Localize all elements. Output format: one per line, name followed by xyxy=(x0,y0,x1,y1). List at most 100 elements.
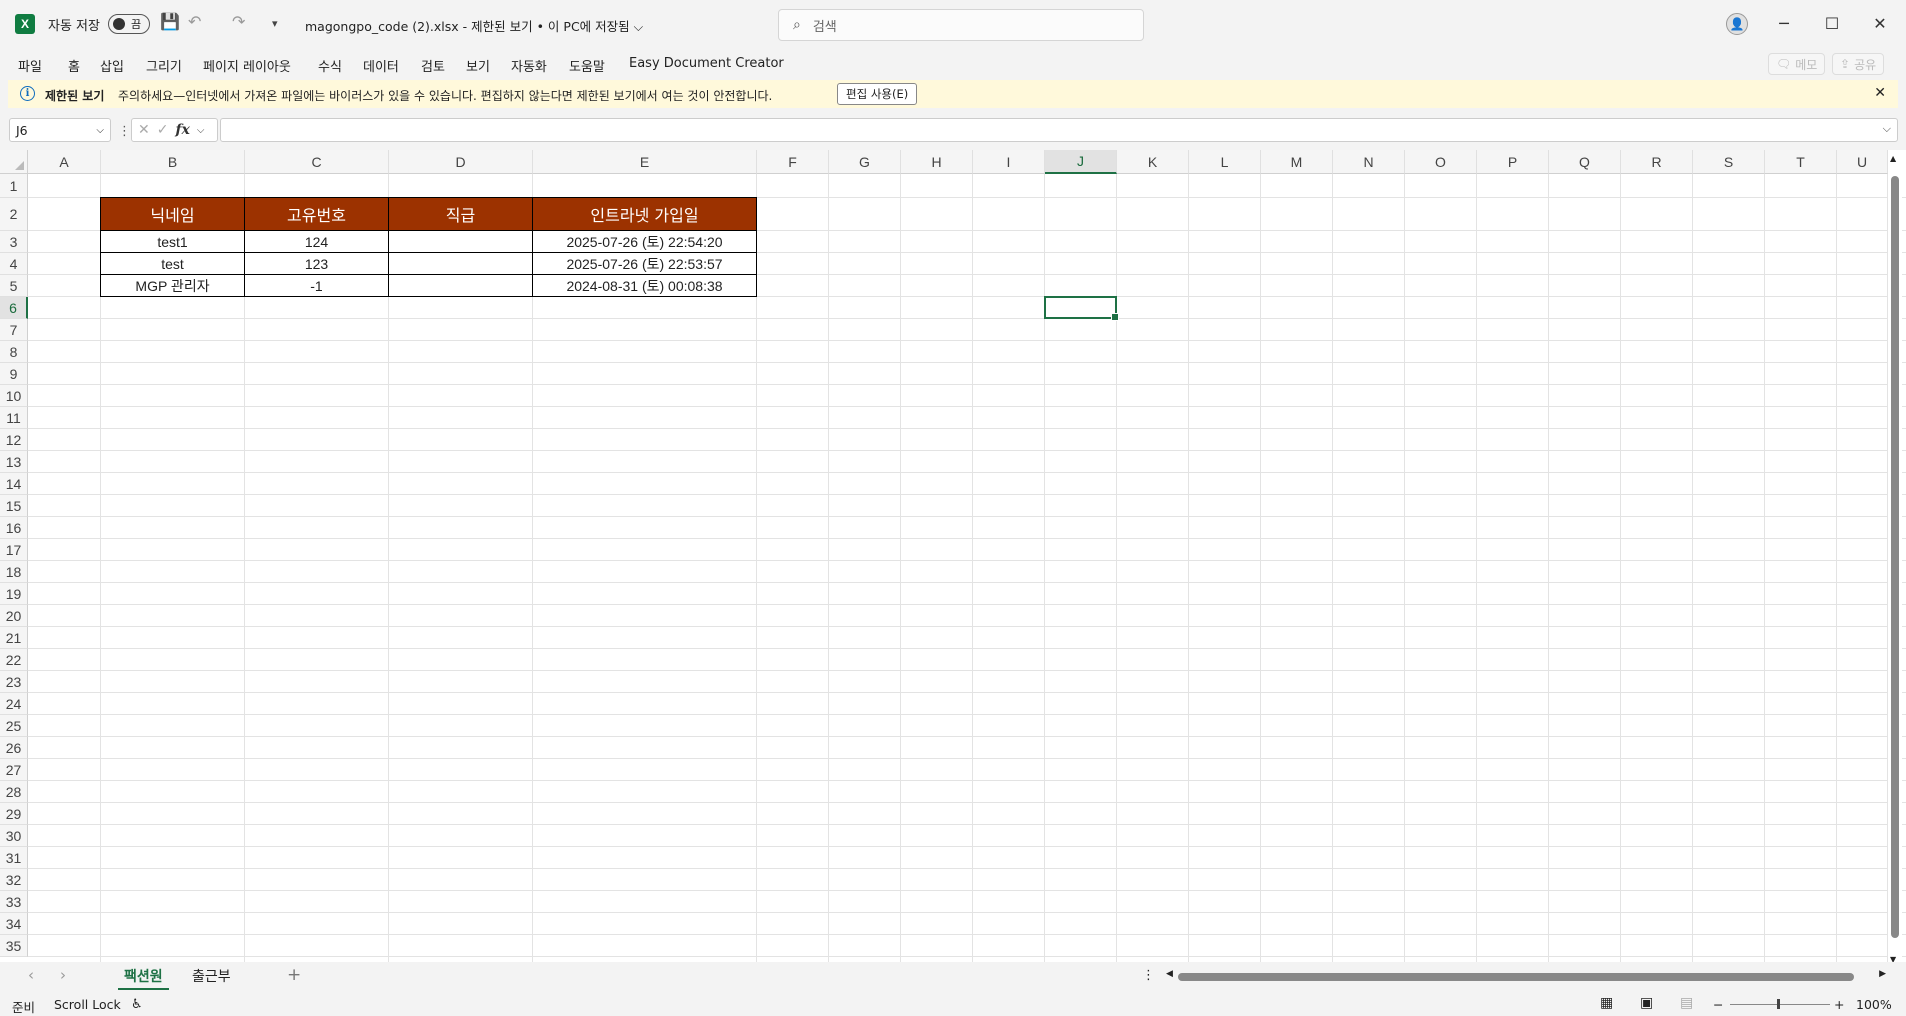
worksheet-grid[interactable]: A B C D E F G H I J K L M N O P Q R S T U 1 2 3 4 5 6 7 8 9 10 11 12 13 14… xyxy=(0,150,1906,962)
minimize-icon[interactable]: ─ xyxy=(1774,14,1794,33)
tab-review[interactable]: 검토 xyxy=(421,56,445,75)
row-header-15[interactable]: 15 xyxy=(0,495,28,517)
chevron-down-icon[interactable]: ⌵ xyxy=(197,125,205,136)
table-cell-id-number[interactable]: -1 xyxy=(244,274,389,297)
row-header-25[interactable]: 25 xyxy=(0,715,28,737)
horizontal-scroll-thumb[interactable] xyxy=(1178,973,1854,981)
column-header-b[interactable]: B xyxy=(101,150,245,174)
row-header-32[interactable]: 32 xyxy=(0,869,28,891)
page-layout-view-icon[interactable]: ▣ xyxy=(1640,995,1653,1011)
tab-home[interactable]: 홈 xyxy=(68,56,80,75)
scroll-left-icon[interactable]: ◀ xyxy=(1166,969,1173,979)
column-header-f[interactable]: F xyxy=(757,150,829,174)
column-header-p[interactable]: P xyxy=(1477,150,1549,174)
horizontal-scrollbar[interactable]: ◀ ▶ xyxy=(1166,966,1886,986)
redo-icon[interactable]: ↷ xyxy=(232,12,245,31)
column-header-r[interactable]: R xyxy=(1621,150,1693,174)
tab-draw[interactable]: 그리기 xyxy=(146,56,182,75)
table-cell-id-number[interactable]: 123 xyxy=(244,252,389,275)
row-header-10[interactable]: 10 xyxy=(0,385,28,407)
column-header-a[interactable]: A xyxy=(28,150,101,174)
account-avatar-icon[interactable]: 👤 xyxy=(1726,13,1748,35)
zoom-slider-thumb[interactable] xyxy=(1777,999,1780,1009)
tab-easy-document-creator[interactable]: Easy Document Creator xyxy=(629,56,784,71)
table-cell-id-number[interactable]: 124 xyxy=(244,230,389,253)
close-message-icon[interactable]: ✕ xyxy=(1874,85,1886,101)
scroll-up-icon[interactable]: ▲ xyxy=(1890,154,1896,163)
normal-view-icon[interactable]: ▦ xyxy=(1600,995,1613,1011)
row-header-20[interactable]: 20 xyxy=(0,605,28,627)
formula-input[interactable]: ⌵ xyxy=(220,118,1898,142)
tab-view[interactable]: 보기 xyxy=(466,56,490,75)
row-header-19[interactable]: 19 xyxy=(0,583,28,605)
restore-icon[interactable]: ☐ xyxy=(1822,14,1842,33)
cancel-icon[interactable]: ✕ xyxy=(138,122,150,138)
table-cell-nickname[interactable]: test1 xyxy=(100,230,245,253)
sheet-options-icon[interactable]: ⋮ xyxy=(1142,968,1155,983)
row-header-3[interactable]: 3 xyxy=(0,231,28,253)
customize-qat-icon[interactable]: ▾ xyxy=(272,17,278,30)
row-header-33[interactable]: 33 xyxy=(0,891,28,913)
tab-data[interactable]: 데이터 xyxy=(363,56,399,75)
table-cell-join-date[interactable]: 2025-07-26 (토) 22:53:57 xyxy=(532,252,757,275)
column-header-q[interactable]: Q xyxy=(1549,150,1621,174)
column-header-h[interactable]: H xyxy=(901,150,973,174)
row-header-21[interactable]: 21 xyxy=(0,627,28,649)
row-header-12[interactable]: 12 xyxy=(0,429,28,451)
share-button[interactable]: ⇪ 공유 xyxy=(1832,53,1885,75)
row-header-34[interactable]: 34 xyxy=(0,913,28,935)
tab-insert[interactable]: 삽입 xyxy=(100,56,124,75)
row-header-18[interactable]: 18 xyxy=(0,561,28,583)
row-header-23[interactable]: 23 xyxy=(0,671,28,693)
table-cell-join-date[interactable]: 2025-07-26 (토) 22:54:20 xyxy=(532,230,757,253)
tab-help[interactable]: 도움말 xyxy=(569,56,605,75)
row-header-26[interactable]: 26 xyxy=(0,737,28,759)
row-header-1[interactable]: 1 xyxy=(0,174,28,198)
enter-icon[interactable]: ✓ xyxy=(157,122,169,138)
tab-page-layout[interactable]: 페이지 레이아웃 xyxy=(203,56,291,75)
row-header-14[interactable]: 14 xyxy=(0,473,28,495)
add-sheet-icon[interactable]: + xyxy=(287,965,301,985)
column-header-d[interactable]: D xyxy=(389,150,533,174)
column-header-c[interactable]: C xyxy=(245,150,389,174)
tab-automate[interactable]: 자동화 xyxy=(511,56,547,75)
table-cell-nickname[interactable]: MGP 관리자 xyxy=(100,274,245,297)
row-header-5[interactable]: 5 xyxy=(0,275,28,297)
column-header-g[interactable]: G xyxy=(829,150,901,174)
accessibility-icon[interactable]: ♿ xyxy=(131,997,143,1012)
name-box[interactable]: J6 ⌵ xyxy=(9,118,111,142)
table-cell-rank[interactable] xyxy=(388,252,533,275)
table-cell-join-date[interactable]: 2024-08-31 (토) 00:08:38 xyxy=(532,274,757,297)
row-header-24[interactable]: 24 xyxy=(0,693,28,715)
row-header-6[interactable]: 6 xyxy=(0,297,28,319)
insert-function-button[interactable]: fx xyxy=(175,122,189,138)
column-header-j[interactable]: J xyxy=(1045,150,1117,174)
autosave-toggle[interactable]: 끔 xyxy=(108,14,150,34)
prev-sheet-icon[interactable]: ‹ xyxy=(28,966,34,984)
row-header-7[interactable]: 7 xyxy=(0,319,28,341)
active-cell[interactable] xyxy=(1044,296,1119,321)
memo-button[interactable]: 🗨 메모 xyxy=(1768,53,1826,75)
page-break-view-icon[interactable]: ▤ xyxy=(1680,995,1693,1011)
column-header-e[interactable]: E xyxy=(533,150,757,174)
table-header-nickname[interactable]: 닉네임 xyxy=(100,197,245,231)
tab-formulas[interactable]: 수식 xyxy=(318,56,342,75)
tab-file[interactable]: 파일 xyxy=(18,56,42,75)
row-header-16[interactable]: 16 xyxy=(0,517,28,539)
row-header-11[interactable]: 11 xyxy=(0,407,28,429)
enable-editing-button[interactable]: 편집 사용(E) xyxy=(837,83,918,105)
row-header-27[interactable]: 27 xyxy=(0,759,28,781)
document-title[interactable]: magongpo_code (2).xlsx - 제한된 보기 • 이 PC에 … xyxy=(305,16,643,35)
row-header-29[interactable]: 29 xyxy=(0,803,28,825)
sheet-tab-faction[interactable]: 팩션원 xyxy=(118,964,169,990)
column-header-i[interactable]: I xyxy=(973,150,1045,174)
search-box[interactable]: ⌕ 검색 xyxy=(778,9,1144,41)
vertical-scroll-thumb[interactable] xyxy=(1891,176,1899,938)
close-icon[interactable]: ✕ xyxy=(1870,14,1890,33)
column-header-n[interactable]: N xyxy=(1333,150,1405,174)
undo-icon[interactable]: ↶ xyxy=(188,12,201,31)
table-header-rank[interactable]: 직급 xyxy=(388,197,533,231)
row-header-30[interactable]: 30 xyxy=(0,825,28,847)
row-header-31[interactable]: 31 xyxy=(0,847,28,869)
column-header-k[interactable]: K xyxy=(1117,150,1189,174)
